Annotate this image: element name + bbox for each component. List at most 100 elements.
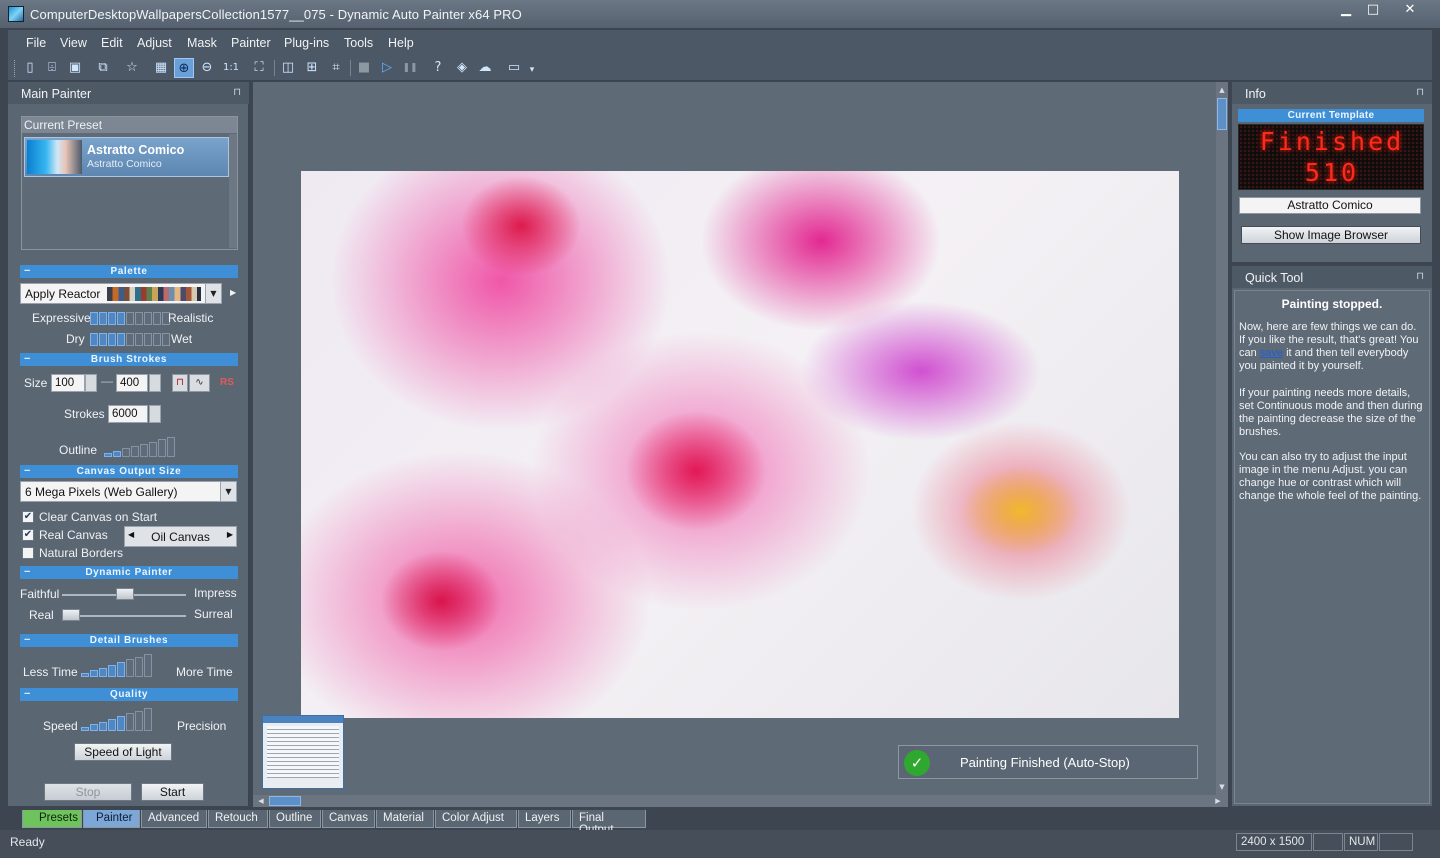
pause-icon[interactable]: ❚❚ bbox=[400, 58, 420, 78]
size-min-spinner[interactable] bbox=[85, 374, 97, 392]
split-view-icon[interactable]: ◫ bbox=[278, 58, 298, 78]
horizontal-scroll-thumb[interactable] bbox=[269, 796, 301, 806]
slider-cell[interactable] bbox=[99, 333, 107, 346]
pin-icon[interactable]: ⊓ bbox=[1416, 271, 1424, 282]
menu-painter[interactable]: Painter bbox=[231, 36, 271, 50]
help-icon[interactable]: ? bbox=[428, 58, 448, 78]
level-bar[interactable] bbox=[81, 727, 89, 731]
menu-help[interactable]: Help bbox=[388, 36, 414, 50]
tab-layers[interactable]: Layers bbox=[518, 810, 571, 828]
toolbar-grip[interactable] bbox=[14, 60, 17, 77]
slider-cell[interactable] bbox=[126, 312, 134, 325]
slider-cell[interactable] bbox=[162, 333, 170, 346]
chevron-left-icon[interactable]: ◀ bbox=[128, 530, 134, 539]
level-bar[interactable] bbox=[144, 654, 152, 677]
level-bar[interactable] bbox=[108, 665, 116, 677]
save-icon[interactable]: ▣ bbox=[65, 58, 85, 78]
collapse-icon[interactable]: − bbox=[24, 265, 31, 278]
upload-icon[interactable]: ☁ bbox=[475, 58, 495, 78]
expressive-realistic-slider[interactable] bbox=[90, 312, 170, 325]
tab-retouch[interactable]: Retouch bbox=[208, 810, 268, 828]
strokes-spinner[interactable] bbox=[149, 405, 161, 423]
palette-expand-icon[interactable]: ▶ bbox=[230, 288, 236, 297]
level-bar[interactable] bbox=[149, 442, 157, 457]
chevron-right-icon[interactable]: ▶ bbox=[227, 530, 233, 539]
menu-view[interactable]: View bbox=[60, 36, 87, 50]
size-min-input[interactable]: 100 bbox=[51, 374, 85, 392]
tab-canvas[interactable]: Canvas bbox=[322, 810, 375, 828]
layers-icon[interactable]: ◈ bbox=[452, 58, 472, 78]
section-palette[interactable]: − Palette bbox=[20, 265, 238, 278]
preset-scrollbar[interactable] bbox=[229, 134, 237, 248]
clear-canvas-checkbox[interactable]: ✔ bbox=[22, 511, 34, 523]
collapse-icon[interactable]: − bbox=[24, 353, 31, 366]
level-bar[interactable] bbox=[167, 437, 175, 457]
tab-color-adjust[interactable]: Color Adjust bbox=[435, 810, 517, 828]
level-bar[interactable] bbox=[117, 716, 125, 731]
preset-item[interactable]: Astratto Comico Astratto Comico bbox=[24, 137, 229, 177]
menu-tools[interactable]: Tools bbox=[344, 36, 373, 50]
collapse-icon[interactable]: − bbox=[24, 566, 31, 579]
level-bar[interactable] bbox=[135, 711, 143, 731]
close-button[interactable]: ✕ bbox=[1393, 0, 1427, 22]
level-bar[interactable] bbox=[122, 448, 130, 457]
chevron-down-icon[interactable]: ▼ bbox=[205, 284, 221, 303]
slider-cell[interactable] bbox=[117, 312, 125, 325]
slider-thumb[interactable] bbox=[116, 588, 134, 600]
save-link[interactable]: save bbox=[1260, 347, 1283, 359]
vertical-scroll-thumb[interactable] bbox=[1217, 98, 1227, 130]
level-bar[interactable] bbox=[99, 668, 107, 677]
collapse-icon[interactable]: − bbox=[24, 634, 31, 647]
real-canvas-checkbox[interactable]: ✔ bbox=[22, 529, 34, 541]
level-bar[interactable] bbox=[113, 451, 121, 457]
outline-level[interactable] bbox=[104, 435, 175, 457]
section-canvas-output[interactable]: − Canvas Output Size bbox=[20, 465, 238, 478]
slider-cell[interactable] bbox=[90, 312, 98, 325]
tab-painter[interactable]: Painter bbox=[83, 810, 140, 828]
slider-cell[interactable] bbox=[99, 312, 107, 325]
stop-icon[interactable]: ■ bbox=[354, 58, 374, 78]
detail-level[interactable] bbox=[81, 654, 152, 677]
section-quality[interactable]: − Quality bbox=[20, 688, 238, 701]
pressure-curve-icon[interactable]: ∿ bbox=[189, 374, 210, 392]
collapse-icon[interactable]: − bbox=[24, 688, 31, 701]
start-button[interactable]: Start bbox=[141, 783, 204, 801]
batch-icon[interactable]: ⧉ bbox=[93, 58, 113, 78]
pin-icon[interactable]: ⊓ bbox=[233, 87, 241, 98]
level-bar[interactable] bbox=[81, 673, 89, 677]
toolbar-options-icon[interactable]: ▾ bbox=[526, 64, 538, 76]
stop-button[interactable]: Stop bbox=[44, 783, 132, 801]
menu-plugins[interactable]: Plug-ins bbox=[284, 36, 329, 50]
painting-canvas[interactable] bbox=[301, 171, 1179, 718]
level-bar[interactable] bbox=[126, 713, 134, 731]
level-bar[interactable] bbox=[90, 670, 98, 677]
slider-cell[interactable] bbox=[90, 333, 98, 346]
speed-of-light-button[interactable]: Speed of Light bbox=[74, 743, 172, 761]
level-bar[interactable] bbox=[158, 439, 166, 457]
vertical-scrollbar[interactable]: ▲ ▼ bbox=[1216, 82, 1228, 795]
quality-level[interactable] bbox=[81, 708, 152, 731]
level-bar[interactable] bbox=[131, 446, 139, 457]
level-bar[interactable] bbox=[104, 453, 112, 457]
crop-icon[interactable]: ⌗ bbox=[326, 58, 346, 78]
slider-thumb[interactable] bbox=[62, 609, 80, 621]
chevron-down-icon[interactable]: ▼ bbox=[220, 482, 236, 501]
zoom-in-icon[interactable]: ⊕ bbox=[174, 58, 194, 78]
menu-mask[interactable]: Mask bbox=[187, 36, 217, 50]
level-bar[interactable] bbox=[117, 662, 125, 677]
menu-edit[interactable]: Edit bbox=[101, 36, 123, 50]
collapse-icon[interactable]: − bbox=[24, 465, 31, 478]
scroll-right-icon[interactable]: ▶ bbox=[1212, 795, 1224, 807]
slider-cell[interactable] bbox=[108, 312, 116, 325]
show-image-browser-button[interactable]: Show Image Browser bbox=[1241, 226, 1421, 244]
level-bar[interactable] bbox=[108, 719, 116, 731]
tab-final-output[interactable]: Final Output bbox=[572, 810, 646, 836]
natural-borders-checkbox[interactable] bbox=[22, 547, 34, 559]
slider-cell[interactable] bbox=[126, 333, 134, 346]
size-max-spinner[interactable] bbox=[149, 374, 161, 392]
tab-outline[interactable]: Outline bbox=[269, 810, 321, 828]
level-bar[interactable] bbox=[144, 708, 152, 731]
fit-icon[interactable]: ⛶ bbox=[249, 58, 269, 78]
image-browser-icon[interactable]: ▦ bbox=[151, 58, 171, 78]
favorite-icon[interactable]: ☆ bbox=[122, 58, 142, 78]
